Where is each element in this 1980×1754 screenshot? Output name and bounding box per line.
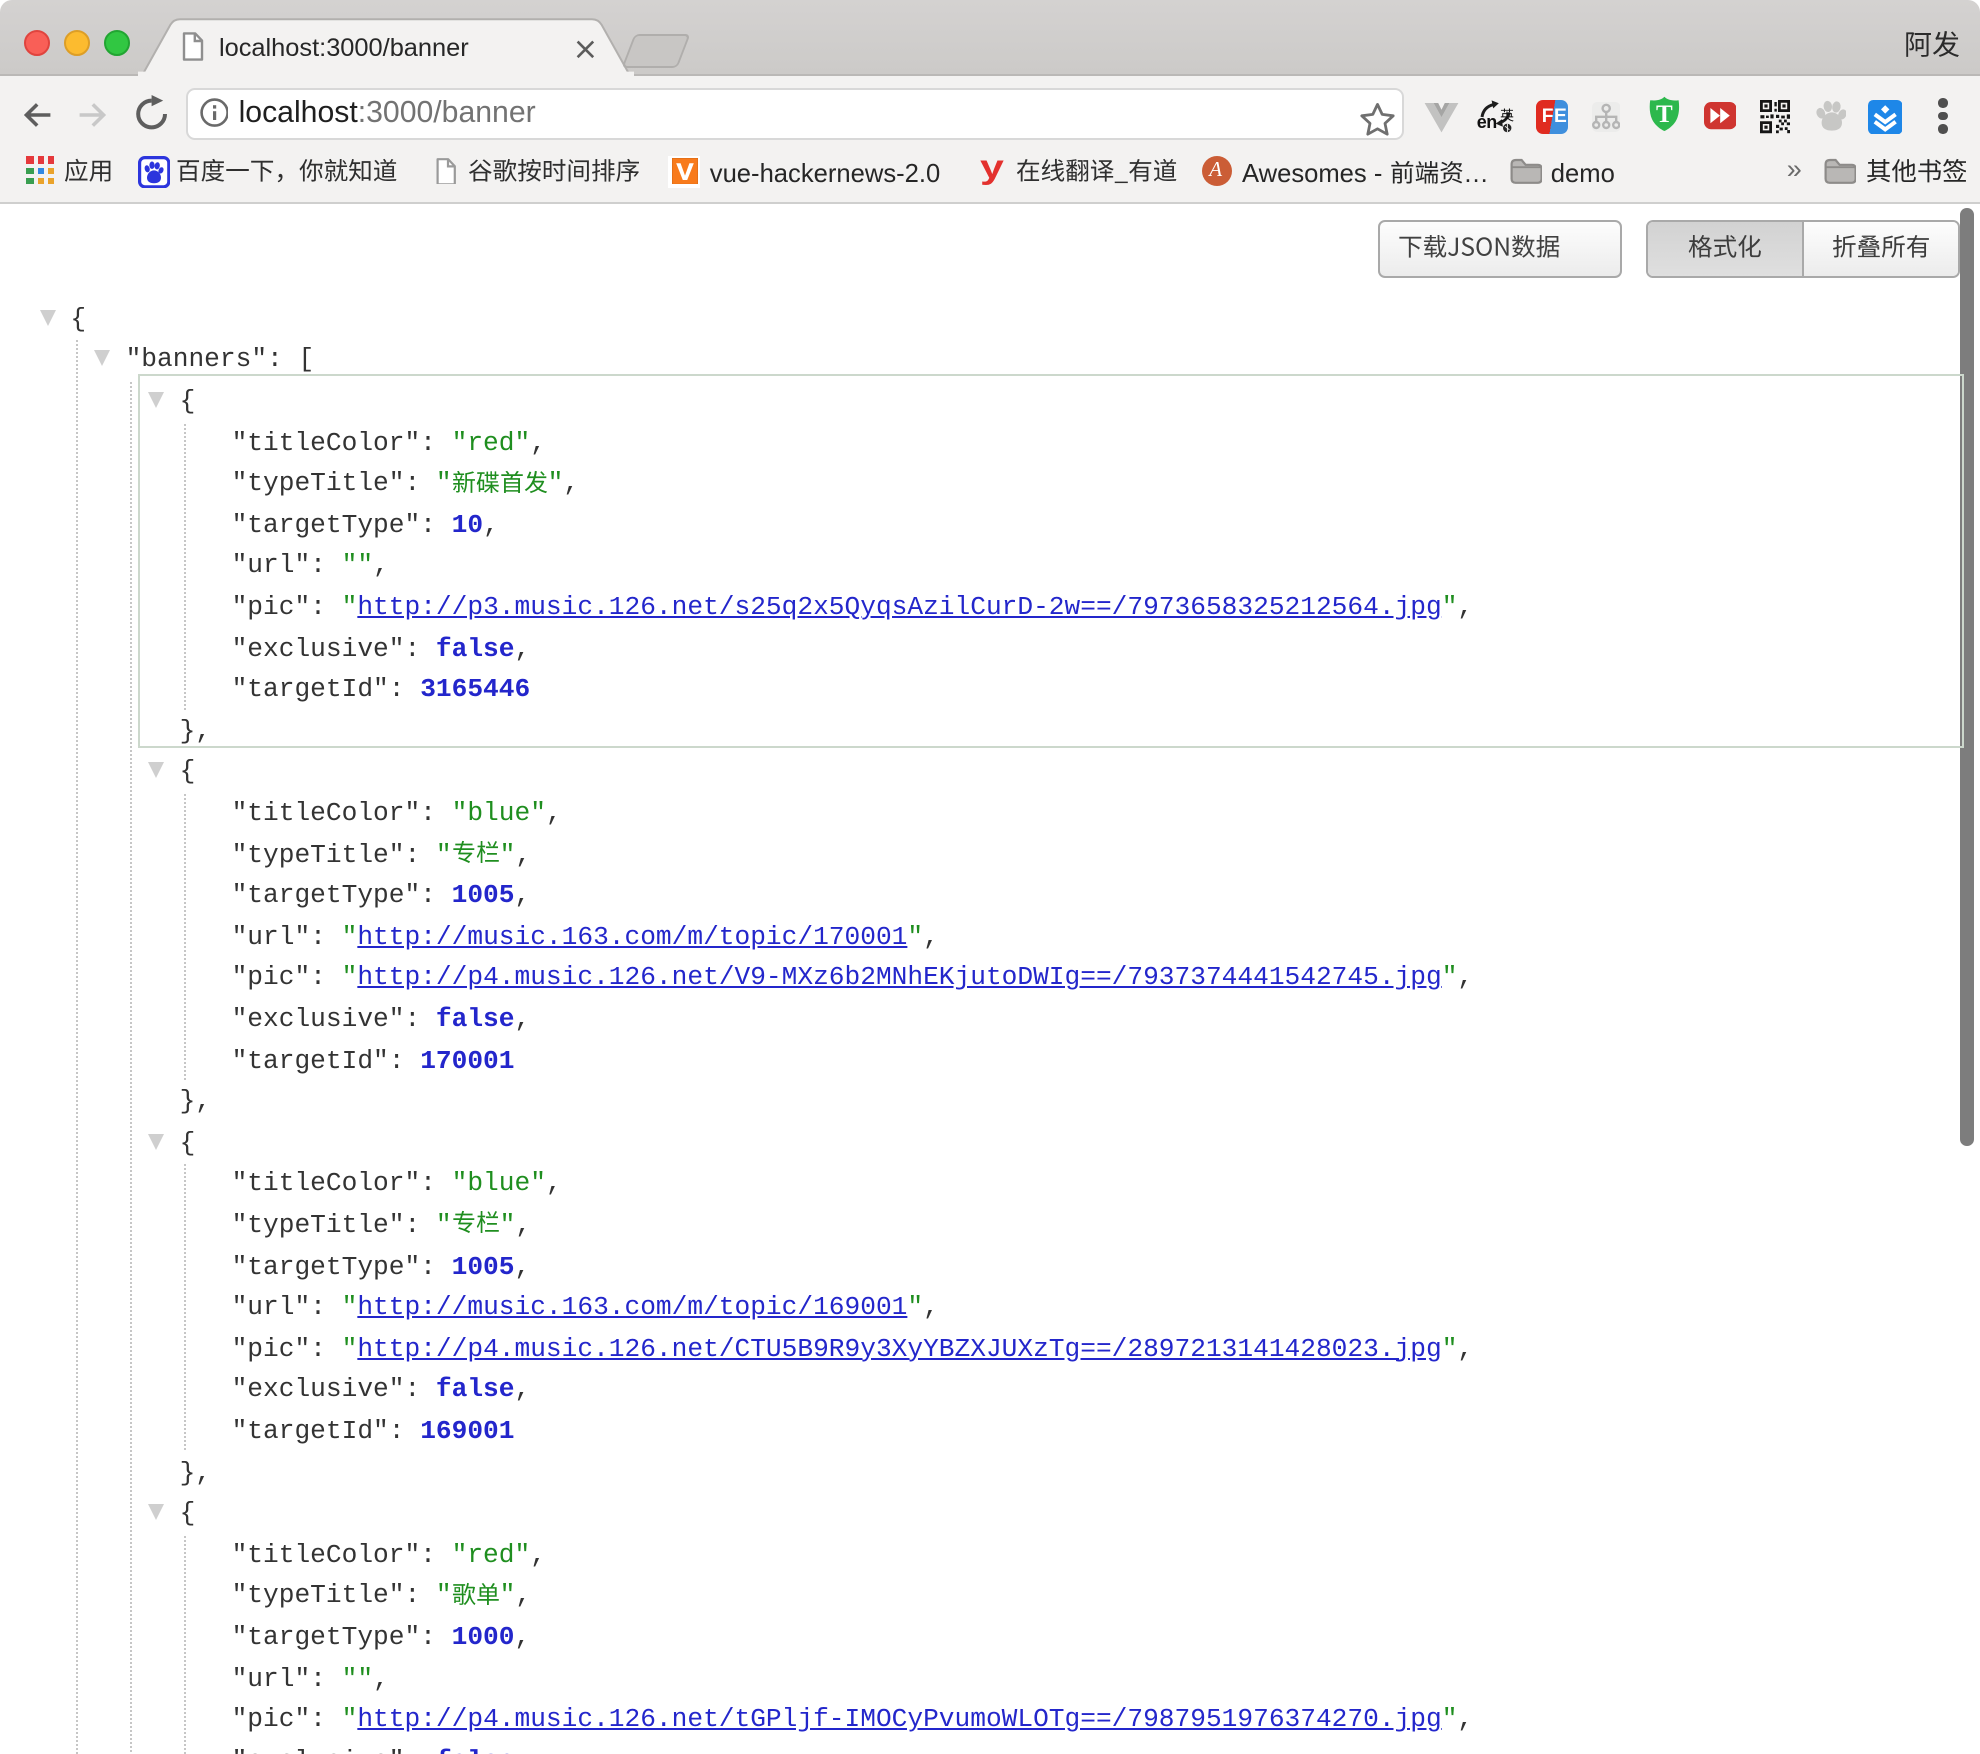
svg-text:T: T bbox=[1655, 102, 1672, 129]
